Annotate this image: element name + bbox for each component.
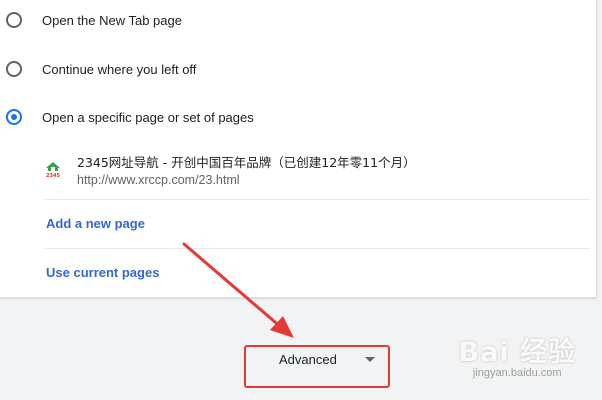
use-current-pages-link[interactable]: Use current pages bbox=[46, 265, 159, 280]
startup-page-entry[interactable]: 2345 2345网址导航 - 开创中国百年品牌（已创建12年零11个月） ht… bbox=[44, 146, 590, 198]
radio-label: Continue where you left off bbox=[42, 61, 197, 77]
watermark-main: Bai 经验 bbox=[458, 337, 576, 368]
watermark-sub: jingyan.baidu.com bbox=[472, 367, 562, 379]
annotation-highlight-box bbox=[244, 345, 390, 388]
baidu-watermark: Bai 经验 jingyan.baidu.com bbox=[459, 330, 576, 379]
divider bbox=[44, 199, 590, 200]
radio-label: Open a specific page or set of pages bbox=[42, 109, 254, 125]
favicon-text: 2345 bbox=[46, 173, 60, 178]
radio-button-checked-icon[interactable] bbox=[6, 109, 22, 125]
house-favicon-icon: 2345 bbox=[46, 162, 60, 178]
divider bbox=[44, 248, 590, 249]
startup-settings-card: Open the New Tab page Continue where you… bbox=[0, 0, 597, 298]
radio-label: Open the New Tab page bbox=[42, 12, 182, 28]
add-new-page-link[interactable]: Add a new page bbox=[46, 216, 145, 231]
radio-button-icon[interactable] bbox=[6, 12, 22, 28]
radio-button-icon[interactable] bbox=[6, 61, 22, 77]
page-title: 2345网址导航 - 开创中国百年品牌（已创建12年零11个月） bbox=[77, 155, 416, 170]
page-url: http://www.xrccp.com/23.html bbox=[77, 173, 240, 187]
